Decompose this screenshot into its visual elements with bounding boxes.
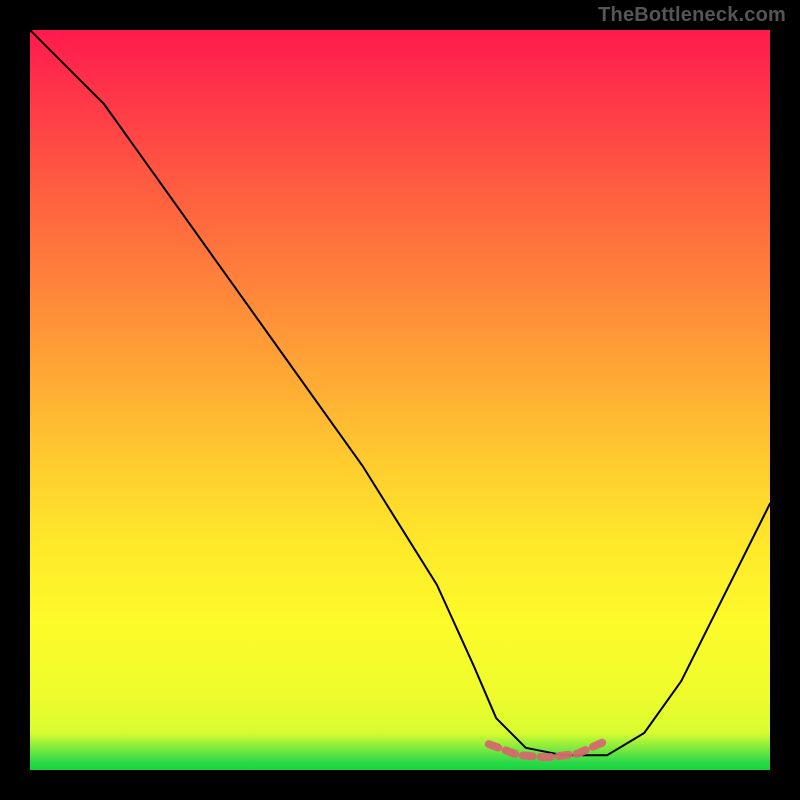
- bottleneck-curve: [30, 30, 770, 755]
- watermark-text: TheBottleneck.com: [598, 4, 786, 27]
- curve-overlay: [30, 30, 770, 770]
- chart-frame: TheBottleneck.com: [0, 0, 800, 800]
- valley-highlight: [489, 740, 607, 757]
- plot-area: [30, 30, 770, 770]
